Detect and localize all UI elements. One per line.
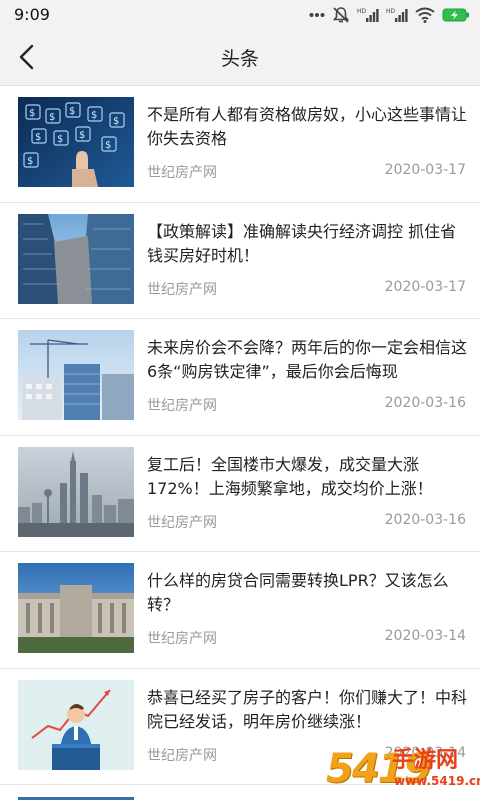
status-time: 9:09 (14, 5, 50, 24)
skyscraper-image (18, 213, 134, 304)
svg-text:HD: HD (357, 8, 367, 15)
article-title: 恭喜已经买了房子的客户！你们赚大了！中科院已经发话，明年房价继续涨！ (147, 687, 468, 731)
article-date: 2020-03-14 (384, 628, 466, 644)
article-title: 什么样的房贷合同需要转换LPR？又该怎么转？ (147, 571, 449, 614)
page-title: 头条 (220, 48, 259, 70)
svg-text:$: $ (105, 140, 111, 151)
article-title: 未来房价会不会降？两年后的你一定会相信这6条“购房铁定律”，最后你会后悔现 (147, 338, 468, 381)
finance-touch-image: $ $ $ $ $ $ $ $ $ $ (18, 97, 134, 187)
article-date: 2020-03-17 (384, 162, 466, 178)
article-title: 复工后！全国楼市大爆发，成交量大涨172%！上海频繁拿地，成交均价上涨！ (147, 454, 433, 498)
more-dots-icon (309, 12, 325, 18)
signal-hd-icon: HD (386, 7, 408, 23)
article-date: 2020-03-17 (384, 278, 466, 295)
svg-text:$: $ (113, 116, 119, 127)
article-source: 世纪房产网 (147, 165, 217, 181)
article-date: 2020-03-16 (384, 395, 466, 411)
status-bar: 9:09 HD HD (0, 0, 480, 30)
article-source: 世纪房产网 (147, 514, 217, 531)
article-item[interactable]: 未来房价会不会降？两年后的你一定会相信这6条“购房铁定律”，最后你会后悔现 世纪… (0, 319, 480, 436)
mute-icon (332, 6, 350, 24)
svg-text:$: $ (57, 134, 63, 145)
city-skyline-image (18, 446, 134, 537)
svg-text:$: $ (69, 106, 75, 117)
article-source: 世纪房产网 (147, 631, 217, 647)
central-bank-building-image (18, 563, 134, 653)
construction-crane-image (18, 330, 134, 420)
svg-text:HD: HD (386, 8, 396, 15)
svg-text:$: $ (79, 130, 85, 141)
watermark-site: www.5419.cn (394, 774, 480, 788)
article-date: 2020-03-16 (384, 511, 466, 528)
svg-text:$: $ (29, 108, 35, 119)
watermark-brand: 手游网 (392, 748, 459, 773)
article-item[interactable]: $ $ $ $ $ $ $ $ $ $ 不是所有人都有资格做房奴，小心这些事情让你失去资格 世… (0, 86, 480, 203)
watermark-logo: 5419 手游网 www.5419.cn (326, 746, 480, 796)
article-item[interactable]: 【政策解读】准确解读央行经济调控 抓住省钱买房好时机！ 世纪房产网 2020-0… (0, 203, 480, 319)
battery-charging-icon (442, 7, 470, 23)
article-item[interactable]: 复工后！全国楼市大爆发，成交量大涨172%！上海频繁拿地，成交均价上涨！ 世纪房… (0, 436, 480, 552)
svg-text:$: $ (27, 156, 33, 167)
speaker-chart-image (18, 679, 134, 770)
article-title: 【政策解读】准确解读央行经济调控 抓住省钱买房好时机！ (147, 221, 457, 265)
status-icons: HD HD (309, 6, 470, 24)
article-list: $ $ $ $ $ $ $ $ $ $ 不是所有人都有资格做房奴，小心这些事情让你失去资格 世… (0, 86, 480, 785)
svg-text:$: $ (35, 132, 41, 143)
header-bar: 头条 (0, 30, 480, 86)
article-source: 世纪房产网 (147, 747, 217, 764)
signal-hd-icon: HD (357, 7, 379, 23)
article-title: 不是所有人都有资格做房奴，小心这些事情让你失去资格 (147, 105, 468, 148)
article-source: 世纪房产网 (147, 398, 217, 414)
article-source: 世纪房产网 (147, 281, 217, 298)
svg-text:$: $ (91, 110, 97, 121)
article-item[interactable]: 什么样的房贷合同需要转换LPR？又该怎么转？ 世纪房产网 2020-03-14 (0, 552, 480, 669)
svg-text:$: $ (49, 112, 55, 123)
wifi-icon (415, 7, 435, 23)
